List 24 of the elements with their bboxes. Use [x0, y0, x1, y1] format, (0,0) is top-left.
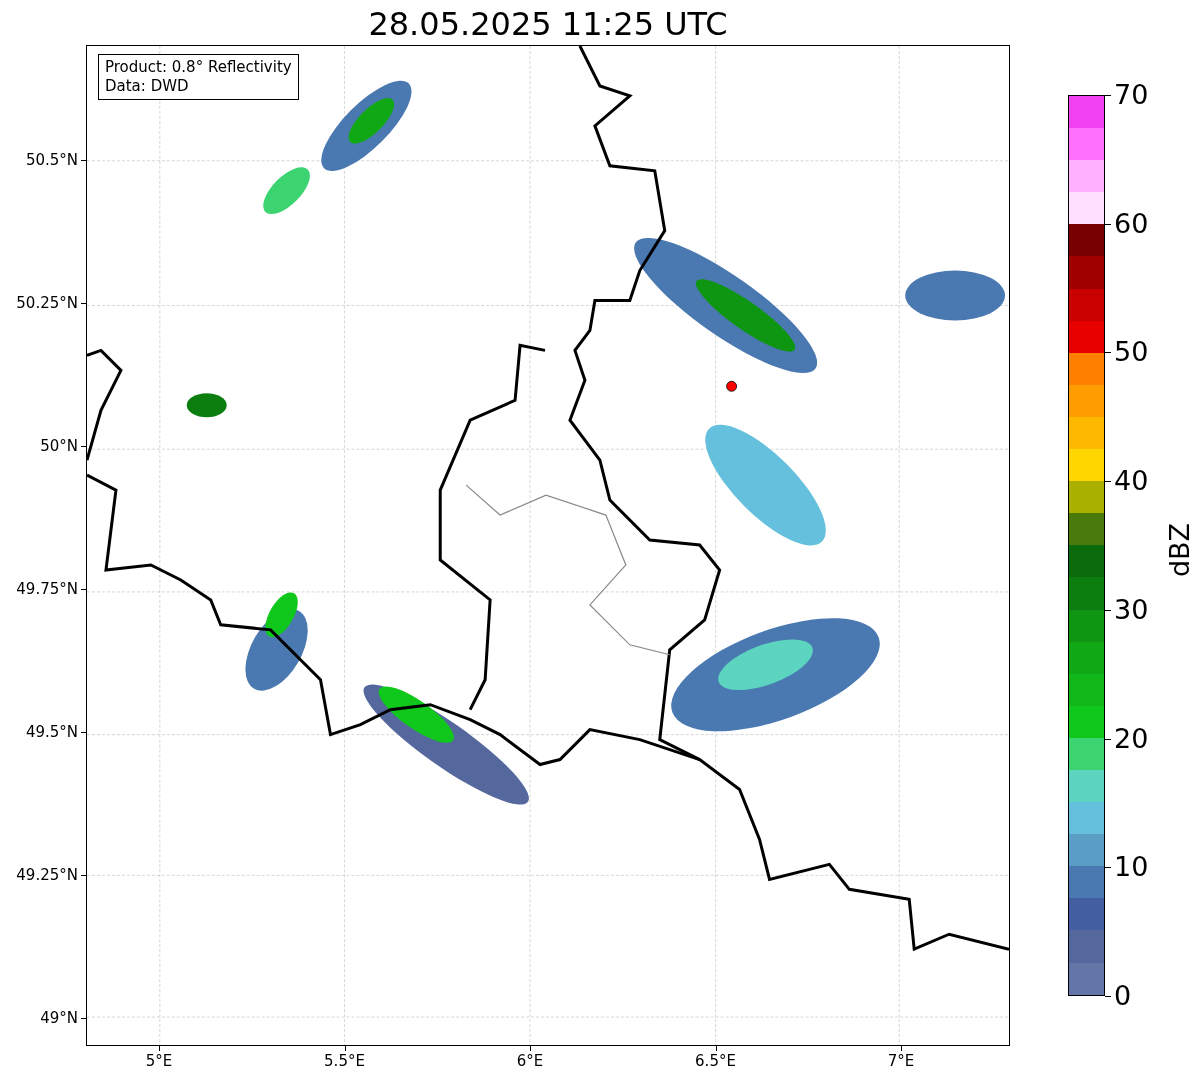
colorbar-tick-label: 40 — [1114, 466, 1149, 497]
longitude-label: 6°E — [515, 1052, 545, 1070]
latitude-label: 50°N — [40, 437, 78, 455]
colorbar-tick-label: 50 — [1114, 337, 1149, 368]
colorbar-tick-label: 20 — [1114, 723, 1149, 754]
colorbar-tick-label: 0 — [1114, 981, 1132, 1011]
latitude-label: 49.75°N — [16, 580, 78, 598]
colorbar-tick-label: 30 — [1114, 594, 1149, 625]
legend-text: Product: 0.8° Reflectivity — [105, 58, 292, 77]
longitude-label: 5°E — [144, 1052, 174, 1070]
latitude-label: 50.5°N — [25, 151, 78, 169]
chart-title: 28.05.2025 11:25 UTC — [367, 4, 729, 44]
latitude-label: 49.5°N — [25, 723, 78, 741]
colorbar-tick-label: 60 — [1114, 208, 1149, 239]
latitude-label: 49°N — [40, 1009, 78, 1027]
longitude-label: 6.5°E — [694, 1052, 737, 1070]
colorbar-tick-label: 10 — [1114, 852, 1149, 883]
longitude-label: 5.5°E — [323, 1052, 366, 1070]
legend-text: Data: DWD — [105, 77, 190, 96]
colorbar-tick-label: 70 — [1114, 80, 1149, 110]
latitude-label: 50.25°N — [16, 294, 78, 312]
colorbar-label: dBZ — [1165, 522, 1195, 578]
longitude-label: 7°E — [886, 1052, 916, 1070]
latitude-label: 49.25°N — [16, 866, 78, 884]
